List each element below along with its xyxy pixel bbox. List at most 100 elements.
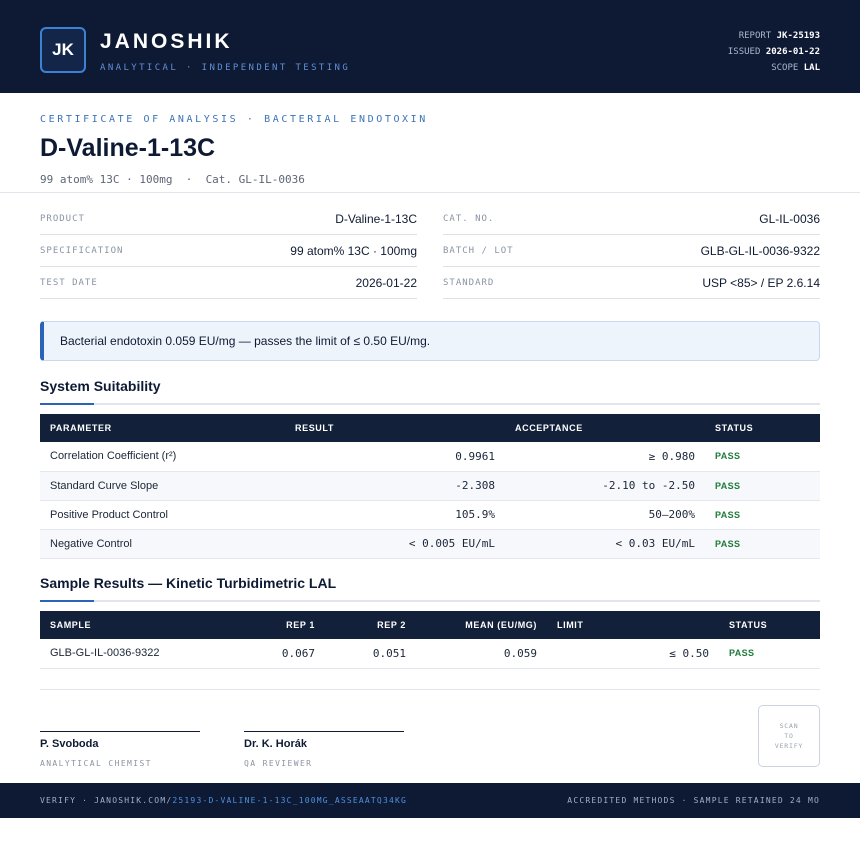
column-header: STATUS bbox=[705, 414, 820, 442]
info-column-right: CAT. NO. GL-IL-0036 BATCH / LOT GLB-GL-I… bbox=[443, 203, 820, 299]
table-row: Correlation Coefficient (r²) 0.9961 ≥ 0.… bbox=[40, 442, 820, 472]
product-subtitle: 99 atom% 13C · 100mg · Cat. GL-IL-0036 bbox=[40, 173, 305, 186]
column-header: LIMIT bbox=[547, 611, 719, 639]
scope-value: LAL bbox=[803, 63, 820, 73]
info-value: 2026-01-22 bbox=[355, 275, 417, 290]
status-badge: PASS bbox=[705, 500, 820, 530]
result-callout: Bacterial endotoxin 0.059 EU/mg — passes… bbox=[40, 321, 820, 361]
column-header: REP 1 bbox=[230, 611, 325, 639]
result-cell: 0.9961 bbox=[285, 442, 505, 472]
brand-name: JANOSHIK bbox=[100, 30, 233, 53]
limit-cell: ≤ 0.50 bbox=[547, 639, 719, 669]
info-label: PRODUCT bbox=[40, 213, 85, 224]
scope-row: SCOPE LAL bbox=[728, 60, 820, 76]
mean-cell: 0.059 bbox=[416, 639, 547, 669]
report-id-row: REPORT JK-25193 bbox=[728, 28, 820, 44]
column-header: PARAMETER bbox=[40, 414, 285, 442]
table-row: Standard Curve Slope -2.308 -2.10 to -2.… bbox=[40, 471, 820, 501]
info-row-standard: STANDARD USP <85> / EP 2.6.14 bbox=[443, 267, 820, 299]
info-label: CAT. NO. bbox=[443, 213, 495, 224]
report-id-label: REPORT bbox=[738, 31, 772, 41]
section-rule bbox=[40, 600, 820, 602]
signatory-name: Dr. K. Horák bbox=[244, 738, 307, 750]
signatory-role: ANALYTICAL CHEMIST bbox=[40, 759, 152, 768]
info-column-left: PRODUCT D-Valine-1-13C SPECIFICATION 99 … bbox=[40, 203, 417, 299]
info-row-cat-no: CAT. NO. GL-IL-0036 bbox=[443, 203, 820, 235]
table-header-row: PARAMETER RESULT ACCEPTANCE STATUS bbox=[40, 414, 820, 442]
acceptance-cell: 50–200% bbox=[505, 500, 705, 530]
rep1-cell: 0.067 bbox=[230, 639, 325, 669]
footer-note: ACCREDITED METHODS · SAMPLE RETAINED 24 … bbox=[567, 796, 820, 805]
status-badge: PASS bbox=[705, 471, 820, 501]
section-rule bbox=[40, 403, 820, 405]
parameter-cell: Standard Curve Slope bbox=[40, 471, 285, 501]
signature-block: Dr. K. Horák QA REVIEWER bbox=[244, 731, 404, 768]
section-title-system-suitability: System Suitability bbox=[40, 378, 161, 394]
rep2-cell: 0.051 bbox=[325, 639, 416, 669]
info-value: GLB-GL-IL-0036-9322 bbox=[700, 243, 820, 258]
parameter-cell: Correlation Coefficient (r²) bbox=[40, 442, 285, 472]
info-row-specification: SPECIFICATION 99 atom% 13C · 100mg bbox=[40, 235, 417, 267]
sample-cell: GLB-GL-IL-0036-9322 bbox=[40, 639, 230, 669]
status-badge: PASS bbox=[719, 639, 820, 669]
acceptance-cell: ≥ 0.980 bbox=[505, 442, 705, 472]
scan-to-verify-code[interactable]: SCAN TO VERIFY bbox=[758, 705, 820, 767]
table-row: GLB-GL-IL-0036-9322 0.067 0.051 0.059 ≤ … bbox=[40, 639, 820, 669]
result-cell: -2.308 bbox=[285, 471, 505, 501]
table-row: Positive Product Control 105.9% 50–200% … bbox=[40, 500, 820, 530]
issued-label: ISSUED bbox=[727, 47, 761, 57]
column-header: ACCEPTANCE bbox=[505, 414, 705, 442]
info-row-test-date: TEST DATE 2026-01-22 bbox=[40, 267, 417, 299]
parameter-cell: Positive Product Control bbox=[40, 500, 285, 530]
acceptance-cell: < 0.03 EU/mL bbox=[505, 529, 705, 559]
section-title-sample-results: Sample Results — Kinetic Turbidimetric L… bbox=[40, 575, 337, 591]
divider bbox=[40, 689, 820, 690]
scope-label: SCOPE bbox=[771, 63, 799, 73]
verify-line: VERIFY · JANOSHIK.COM/25193-D-VALINE-1-1… bbox=[40, 796, 407, 805]
info-row-batch: BATCH / LOT GLB-GL-IL-0036-9322 bbox=[443, 235, 820, 267]
qr-text: VERIFY bbox=[774, 742, 804, 750]
product-title: D-Valine-1-13C bbox=[40, 134, 216, 162]
brand-tagline: ANALYTICAL · INDEPENDENT TESTING bbox=[100, 63, 351, 73]
info-value: USP <85> / EP 2.6.14 bbox=[702, 275, 820, 290]
result-cell: < 0.005 EU/mL bbox=[285, 529, 505, 559]
info-label: BATCH / LOT bbox=[443, 245, 514, 256]
sample-results-table: SAMPLE REP 1 REP 2 MEAN (EU/MG) LIMIT ST… bbox=[40, 611, 820, 669]
info-label: SPECIFICATION bbox=[40, 245, 124, 256]
verify-prefix: VERIFY · JANOSHIK.COM/ bbox=[40, 796, 173, 805]
info-value: D-Valine-1-13C bbox=[335, 211, 417, 226]
issued-value: 2026-01-22 bbox=[765, 47, 820, 57]
brand-logo: JK bbox=[40, 27, 86, 73]
column-header: STATUS bbox=[719, 611, 820, 639]
issued-row: ISSUED 2026-01-22 bbox=[728, 44, 820, 60]
signatory-role: QA REVIEWER bbox=[244, 759, 313, 768]
column-header: RESULT bbox=[285, 414, 505, 442]
acceptance-cell: -2.10 to -2.50 bbox=[505, 471, 705, 501]
table-row: Negative Control < 0.005 EU/mL < 0.03 EU… bbox=[40, 529, 820, 559]
system-suitability-table: PARAMETER RESULT ACCEPTANCE STATUS Corre… bbox=[40, 414, 820, 559]
info-value: 99 atom% 13C · 100mg bbox=[290, 243, 417, 258]
report-meta: REPORT JK-25193 ISSUED 2026-01-22 SCOPE … bbox=[728, 28, 820, 76]
column-header: REP 2 bbox=[325, 611, 416, 639]
qr-text: SCAN bbox=[779, 722, 799, 730]
column-header: MEAN (EU/MG) bbox=[416, 611, 547, 639]
result-cell: 105.9% bbox=[285, 500, 505, 530]
qr-text: TO bbox=[784, 732, 794, 740]
report-header: JK JANOSHIK ANALYTICAL · INDEPENDENT TES… bbox=[0, 0, 860, 93]
info-label: STANDARD bbox=[443, 277, 495, 288]
verify-link[interactable]: 25193-D-VALINE-1-13C_100MG_ASSEAATQ34KG bbox=[172, 796, 407, 805]
signature-block: P. Svoboda ANALYTICAL CHEMIST bbox=[40, 731, 200, 768]
report-footer: VERIFY · JANOSHIK.COM/25193-D-VALINE-1-1… bbox=[0, 783, 860, 818]
info-label: TEST DATE bbox=[40, 277, 98, 288]
info-row-product: PRODUCT D-Valine-1-13C bbox=[40, 203, 417, 235]
parameter-cell: Negative Control bbox=[40, 529, 285, 559]
certificate-type: CERTIFICATE OF ANALYSIS · BACTERIAL ENDO… bbox=[40, 114, 428, 125]
column-header: SAMPLE bbox=[40, 611, 230, 639]
report-id-value: JK-25193 bbox=[776, 31, 820, 41]
status-badge: PASS bbox=[705, 529, 820, 559]
signatory-name: P. Svoboda bbox=[40, 738, 99, 750]
table-header-row: SAMPLE REP 1 REP 2 MEAN (EU/MG) LIMIT ST… bbox=[40, 611, 820, 639]
status-badge: PASS bbox=[705, 442, 820, 472]
info-value: GL-IL-0036 bbox=[759, 211, 820, 226]
divider bbox=[0, 192, 860, 193]
